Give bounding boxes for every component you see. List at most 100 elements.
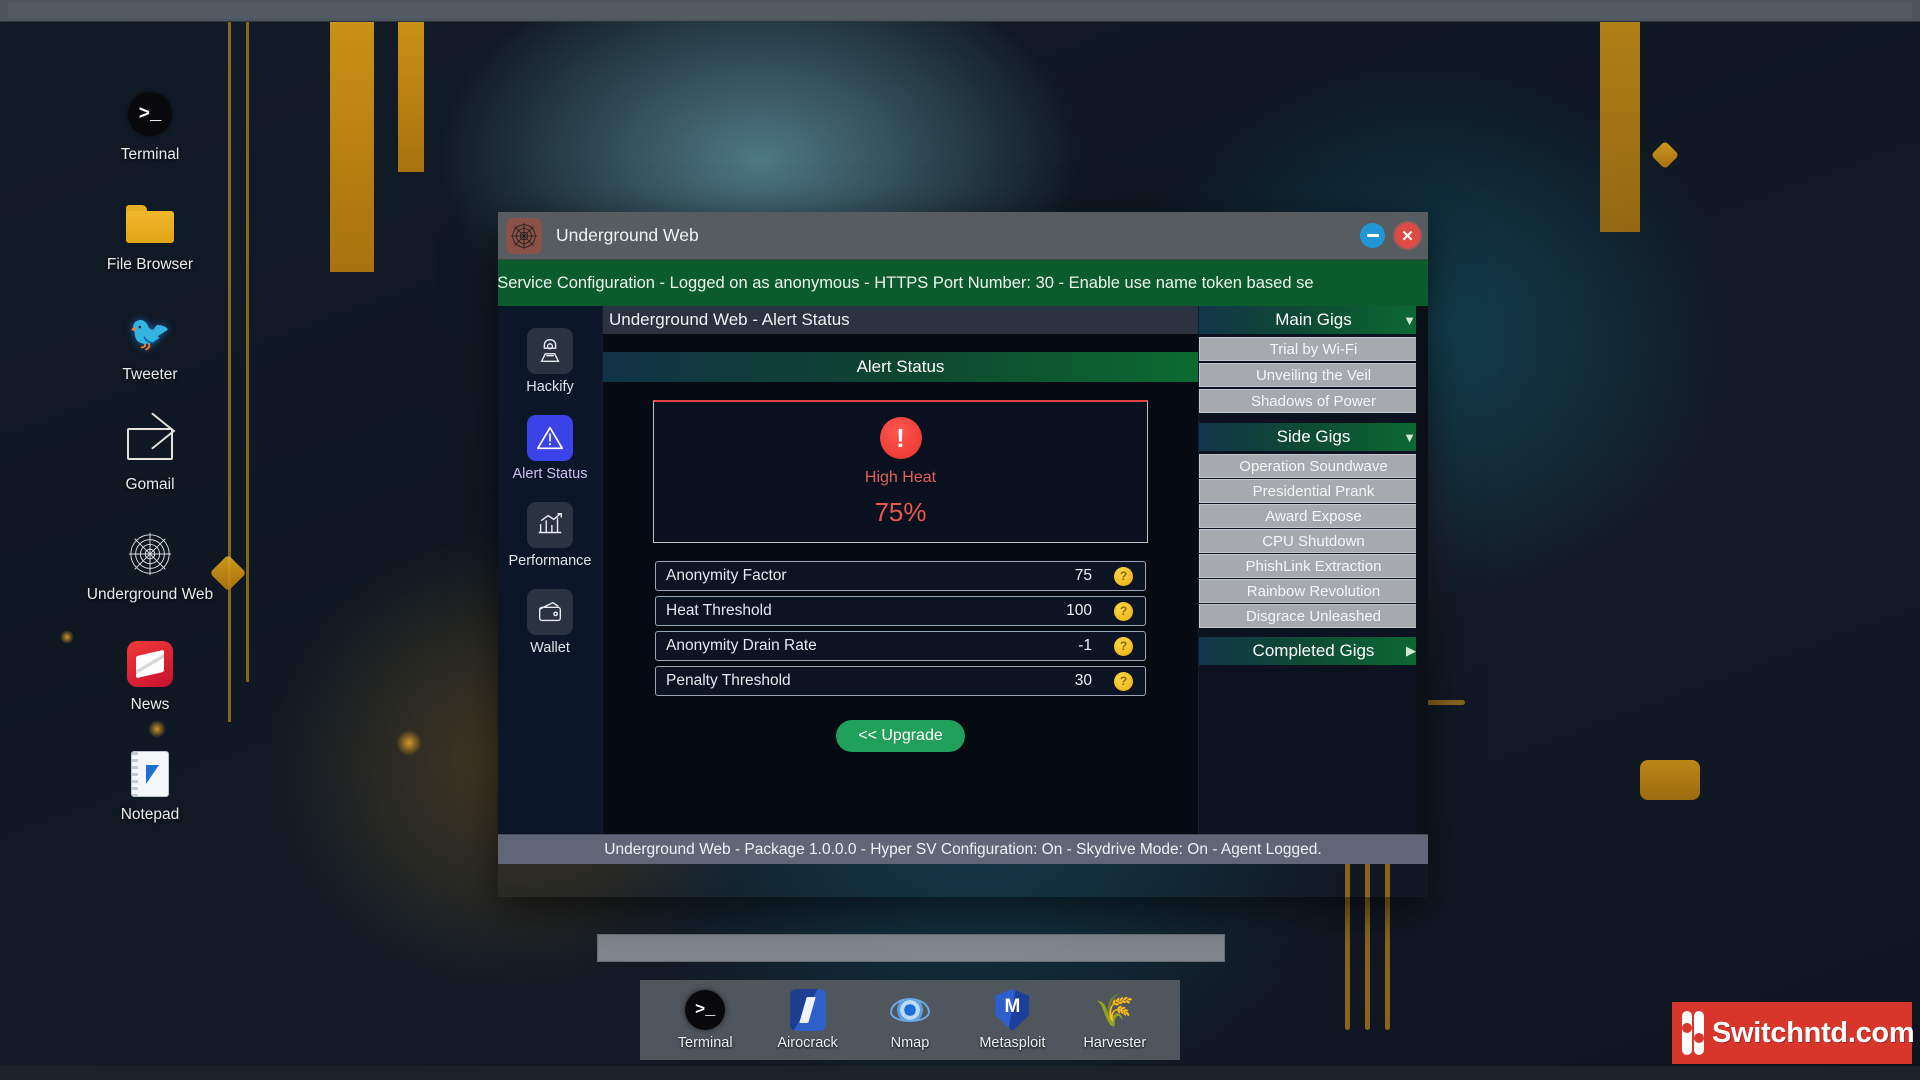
gig-item[interactable]: Unveiling the Veil [1199,363,1428,387]
stats-list: Anonymity Factor 75 ? Heat Threshold 100… [655,561,1146,696]
gig-item[interactable]: Operation Soundwave [1199,454,1428,478]
watermark-text: Switchntd.com [1712,1016,1915,1049]
decor-gold-diamond [1650,140,1680,170]
desktop-icon-underground-web[interactable]: Underground Web [60,530,240,640]
stat-value: -1 [1078,637,1092,654]
taskbar-item-label: Harvester [1083,1035,1147,1051]
gigs-header-label: Side Gigs [1276,427,1351,446]
section-header: Alert Status [603,352,1198,382]
wheat-icon: 🌾 [1094,992,1135,1028]
underground-web-window: Underground Web ✕ eb - Web Service Confi… [498,212,1428,897]
panel-title: Underground Web - Alert Status [603,306,1198,334]
eye-icon [862,989,958,1031]
spiderweb-icon [126,530,174,578]
decor-gold-bar [1640,760,1700,800]
gig-item[interactable]: PhishLink Extraction [1199,554,1428,578]
chevron-down-icon: ▼ [1403,429,1416,445]
window-vertical-scrollbar[interactable] [1416,306,1428,834]
desktop-icon-notepad[interactable]: Notepad [60,750,240,860]
taskbar-item-terminal[interactable]: >_ Terminal [657,989,753,1051]
window-title: Underground Web [556,225,699,245]
help-icon[interactable]: ? [1114,601,1133,621]
taskbar-item-airocrack[interactable]: Airocrack [760,989,856,1051]
banner-text: eb - Web Service Configuration - Logged … [498,273,1314,292]
decor-gold-bar [330,22,374,272]
stat-row: Penalty Threshold 30 ? [655,666,1146,696]
site-watermark: Switchntd.com [1672,1002,1915,1064]
status-bar: Underground Web - Package 1.0.0.0 - Hype… [498,834,1428,864]
switch-logo-icon [1682,1011,1704,1055]
decor-gold-line [246,22,249,682]
gigs-panel: Main Gigs ▼ Trial by Wi-Fi Unveiling the… [1198,306,1428,834]
stat-label: Penalty Threshold [666,672,791,689]
taskbar-item-label: Airocrack [777,1035,838,1051]
taskbar-item-nmap[interactable]: Nmap [862,989,958,1051]
gig-item[interactable]: Award Expose [1199,504,1428,528]
nav-item-hackify[interactable]: Hackify [500,328,600,395]
nav-item-label: Hackify [526,379,574,395]
gigs-header-completed[interactable]: Completed Gigs ▶ [1199,637,1428,665]
desktop-icon-terminal[interactable]: >_ Terminal [60,90,240,200]
stat-label: Anonymity Factor [666,567,787,584]
hacker-icon [527,328,573,374]
desktop-top-bar [0,0,1920,22]
decor-glow [396,730,422,756]
upgrade-button[interactable]: << Upgrade [836,720,965,752]
news-icon [126,640,174,688]
help-icon[interactable]: ? [1114,636,1133,656]
wallet-icon [527,589,573,635]
desktop-icon-label: Notepad [120,806,180,823]
nav-item-label: Wallet [530,640,570,656]
close-button[interactable]: ✕ [1395,223,1420,248]
desktop-icon-file-browser[interactable]: File Browser [60,200,240,310]
desktop-bottom-bar [0,1066,1920,1080]
gig-item[interactable]: Trial by Wi-Fi [1199,337,1428,361]
nav-item-label: Performance [508,553,592,569]
stat-label: Anonymity Drain Rate [666,637,817,654]
desktop-icon-tweeter[interactable]: 🐦 Tweeter [60,310,240,420]
taskbar-item-metasploit[interactable]: M Metasploit [964,989,1060,1051]
notepad-icon [126,750,174,798]
taskbar-item-label: Terminal [677,1035,733,1051]
gig-item[interactable]: Rainbow Revolution [1199,579,1428,603]
gigs-header-main[interactable]: Main Gigs ▼ [1199,306,1428,334]
minimize-button[interactable] [1360,223,1385,248]
gigs-spacer [1199,415,1428,423]
stat-value: 75 [1074,567,1092,584]
desktop-icon-label: Gomail [125,476,175,493]
window-title-bar[interactable]: Underground Web ✕ [498,212,1428,260]
alert-status-card: ! High Heat 75% [653,400,1148,543]
desktop-icon-label: Terminal [120,146,180,163]
chevron-down-icon: ▼ [1403,312,1416,328]
taskbar-item-harvester[interactable]: 🌾 Harvester [1067,989,1163,1051]
desktop-icon-list: >_ Terminal File Browser 🐦 Tweeter Gomai… [60,90,240,860]
gig-item[interactable]: Presidential Prank [1199,479,1428,503]
desktop-icon-label: News [130,696,170,713]
taskbar-item-label: Metasploit [979,1035,1046,1051]
desktop-top-bar-inner [8,3,1912,19]
window-body: Hackify Alert Status Performance Wallet … [498,306,1428,834]
folder-icon [126,200,174,248]
gig-item[interactable]: CPU Shutdown [1199,529,1428,553]
help-icon[interactable]: ? [1114,671,1133,691]
desktop-icon-label: File Browser [106,256,194,273]
alert-value: 75% [874,496,927,527]
stat-row: Anonymity Factor 75 ? [655,561,1146,591]
nav-item-wallet[interactable]: Wallet [500,589,600,656]
gig-item[interactable]: Shadows of Power [1199,389,1428,413]
nav-item-performance[interactable]: Performance [500,502,600,569]
desktop-icon-gomail[interactable]: Gomail [60,420,240,530]
warning-triangle-icon [527,415,573,461]
panel-spacer [603,334,1198,352]
left-navigation: Hackify Alert Status Performance Wallet [498,306,603,834]
desktop-icon-label: Underground Web [86,586,214,603]
help-icon[interactable]: ? [1114,566,1133,586]
lightning-shield-icon [760,989,856,1031]
gig-item[interactable]: Disgrace Unleashed [1199,604,1428,628]
desktop-icon-news[interactable]: News [60,640,240,750]
gigs-header-side[interactable]: Side Gigs ▼ [1199,423,1428,451]
nav-item-alert-status[interactable]: Alert Status [500,415,600,482]
taskbar: >_ Terminal Airocrack Nmap M Metasploit … [640,980,1180,1060]
bar-chart-icon [527,502,573,548]
main-panel: Underground Web - Alert Status Alert Sta… [603,306,1198,834]
